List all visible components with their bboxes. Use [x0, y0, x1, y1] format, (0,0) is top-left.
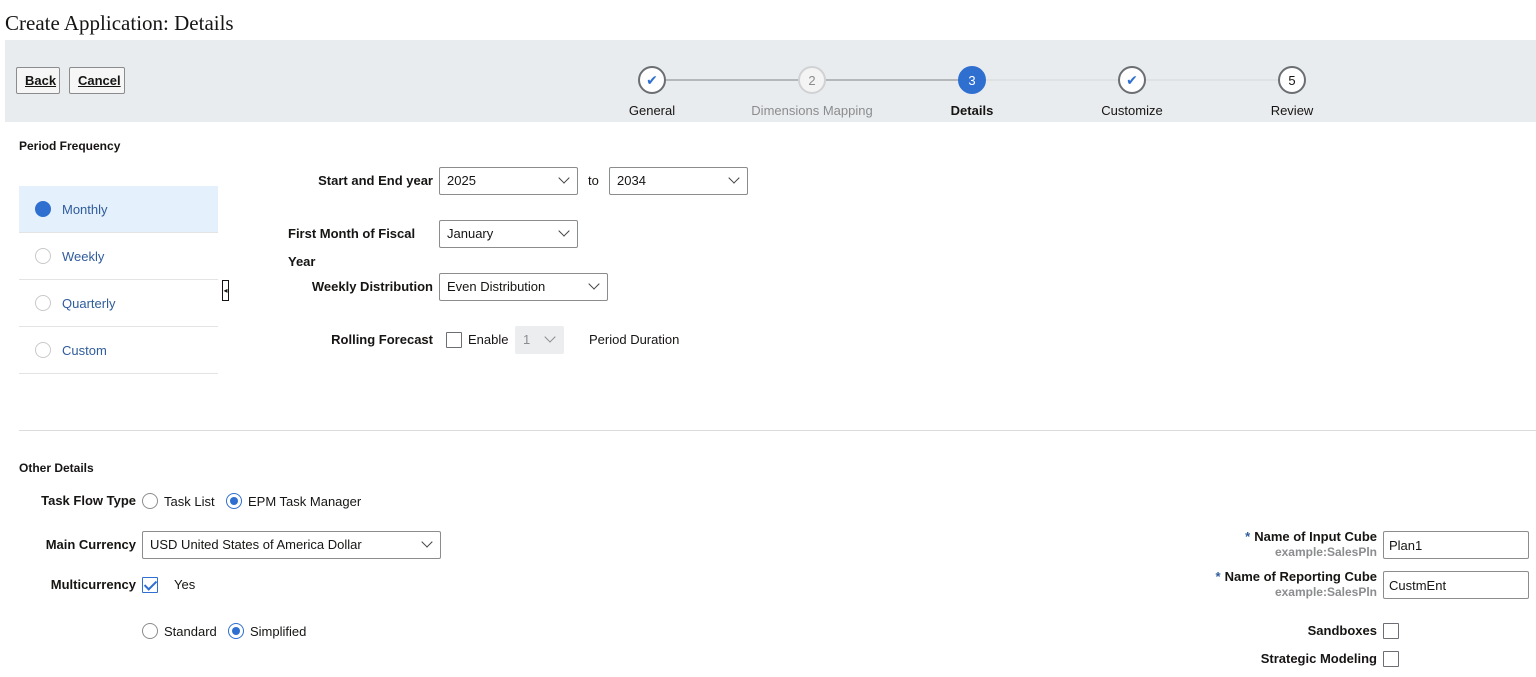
train-label-general[interactable]: General	[582, 103, 722, 118]
strategic-modeling-checkbox[interactable]	[1383, 651, 1399, 667]
radio-selected-icon	[35, 201, 51, 217]
chevron-down-icon	[558, 172, 570, 184]
period-item-label: Quarterly	[62, 295, 116, 311]
period-frequency-title: Period Frequency	[19, 139, 121, 153]
first-month-select[interactable]: January	[439, 220, 578, 248]
sandboxes-checkbox[interactable]	[1383, 623, 1399, 639]
radio-label: EPM Task Manager	[248, 493, 362, 509]
start-year-value: 2025	[447, 173, 476, 188]
weekly-distribution-select[interactable]: Even Distribution	[439, 273, 608, 301]
currency-standard-radio[interactable]: Standard	[142, 623, 217, 639]
currency-simplified-radio[interactable]: Simplified	[228, 623, 306, 639]
train-connector	[1146, 79, 1279, 81]
train-stop-details[interactable]: 3	[958, 66, 986, 94]
train-label-details[interactable]: Details	[902, 103, 1042, 118]
page-title: Create Application: Details	[5, 11, 234, 35]
weekly-distribution-value: Even Distribution	[447, 279, 546, 294]
required-indicator: *	[1215, 569, 1221, 584]
period-item-weekly[interactable]: Weekly	[19, 233, 218, 280]
period-frequency-list: Monthly Weekly Quarterly Custom	[19, 186, 218, 374]
start-year-select[interactable]: 2025	[439, 167, 578, 195]
other-details-title: Other Details	[19, 461, 94, 475]
chevron-down-icon	[558, 225, 570, 237]
chevron-down-icon	[421, 536, 433, 548]
train-stop-customize[interactable]: ✔	[1118, 66, 1146, 94]
caret-left-icon: ◂	[223, 286, 228, 295]
multicurrency-checkbox[interactable]	[142, 577, 158, 593]
radio-icon	[142, 493, 158, 509]
radio-label: Simplified	[250, 623, 307, 639]
checkmark-icon: ✔	[1126, 71, 1138, 88]
train-toolbar: Back Cancel ✔ 2 3 ✔ 5 General Dimensions…	[5, 40, 1536, 122]
section-divider	[19, 430, 1536, 431]
train-label-review[interactable]: Review	[1222, 103, 1362, 118]
train-label-customize[interactable]: Customize	[1062, 103, 1202, 118]
enable-label: Enable	[468, 332, 509, 347]
input-cube-label: * Name of Input Cube	[1160, 529, 1377, 544]
radio-icon	[35, 248, 51, 264]
reporting-cube-label: * Name of Reporting Cube	[1160, 569, 1377, 584]
radio-icon	[35, 295, 51, 311]
period-duration-select: 1	[515, 326, 564, 354]
reporting-cube-name-field[interactable]	[1383, 571, 1529, 599]
period-duration-value: 1	[523, 332, 531, 347]
checkmark-icon: ✔	[646, 71, 658, 88]
cancel-button[interactable]: Cancel	[69, 67, 125, 94]
main-currency-select[interactable]: USD United States of America Dollar	[142, 531, 441, 559]
radio-selected-icon	[226, 493, 242, 509]
chevron-down-icon	[728, 172, 740, 184]
train-connector	[826, 79, 959, 81]
first-month-label: First Month of Fiscal	[288, 226, 416, 241]
multicurrency-label: Multicurrency	[50, 577, 136, 592]
strategic-modeling-label: Strategic Modeling	[1260, 651, 1377, 666]
radio-icon	[35, 342, 51, 358]
input-cube-name-field[interactable]	[1383, 531, 1529, 559]
radio-label: Task List	[164, 493, 215, 509]
input-cube-label-text: Name of Input Cube	[1254, 529, 1377, 544]
train-connector	[986, 79, 1119, 81]
period-item-label: Monthly	[62, 201, 108, 217]
period-item-quarterly[interactable]: Quarterly	[19, 280, 218, 327]
period-item-monthly[interactable]: Monthly	[19, 186, 218, 233]
chevron-down-icon	[544, 331, 556, 343]
first-month-value: January	[447, 226, 494, 241]
step-number: 2	[808, 72, 816, 88]
step-number: 5	[1288, 72, 1296, 88]
train-stop-review[interactable]: 5	[1278, 66, 1306, 94]
train-label-dimensions-mapping: Dimensions Mapping	[751, 103, 873, 118]
period-item-label: Weekly	[62, 248, 105, 264]
to-label: to	[588, 173, 599, 188]
reporting-cube-label-text: Name of Reporting Cube	[1224, 569, 1377, 584]
radio-selected-icon	[228, 623, 244, 639]
radio-label: Standard	[164, 623, 217, 639]
period-item-label: Custom	[62, 342, 107, 358]
weekly-distribution-label: Weekly Distribution	[311, 279, 433, 294]
back-button[interactable]: Back	[16, 67, 60, 94]
task-flow-epm-task-manager-radio[interactable]: EPM Task Manager	[226, 493, 361, 509]
multicurrency-yes-label: Yes	[174, 577, 196, 592]
reporting-cube-hint: example:SalesPln	[1274, 585, 1377, 599]
required-indicator: *	[1245, 529, 1251, 544]
start-end-year-label: Start and End year	[318, 173, 433, 188]
rolling-forecast-label: Rolling Forecast	[331, 332, 433, 347]
train-connector	[666, 79, 799, 81]
period-item-custom[interactable]: Custom	[19, 327, 218, 374]
first-month-label-line2: Year	[288, 254, 316, 269]
main-currency-label: Main Currency	[45, 537, 136, 552]
task-flow-task-list-radio[interactable]: Task List	[142, 493, 215, 509]
enable-rolling-forecast-checkbox[interactable]	[446, 332, 462, 348]
train-stop-general[interactable]: ✔	[638, 66, 666, 94]
end-year-value: 2034	[617, 173, 646, 188]
step-number: 3	[968, 72, 976, 88]
period-duration-label: Period Duration	[589, 332, 680, 347]
chevron-down-icon	[588, 278, 600, 290]
task-flow-type-label: Task Flow Type	[41, 493, 136, 508]
end-year-select[interactable]: 2034	[609, 167, 748, 195]
collapse-panel-handle[interactable]: ◂	[222, 280, 229, 301]
main-currency-value: USD United States of America Dollar	[150, 537, 362, 552]
train-stop-dimensions-mapping: 2	[798, 66, 826, 94]
sandboxes-label: Sandboxes	[1307, 623, 1377, 638]
radio-icon	[142, 623, 158, 639]
input-cube-hint: example:SalesPln	[1274, 545, 1377, 559]
